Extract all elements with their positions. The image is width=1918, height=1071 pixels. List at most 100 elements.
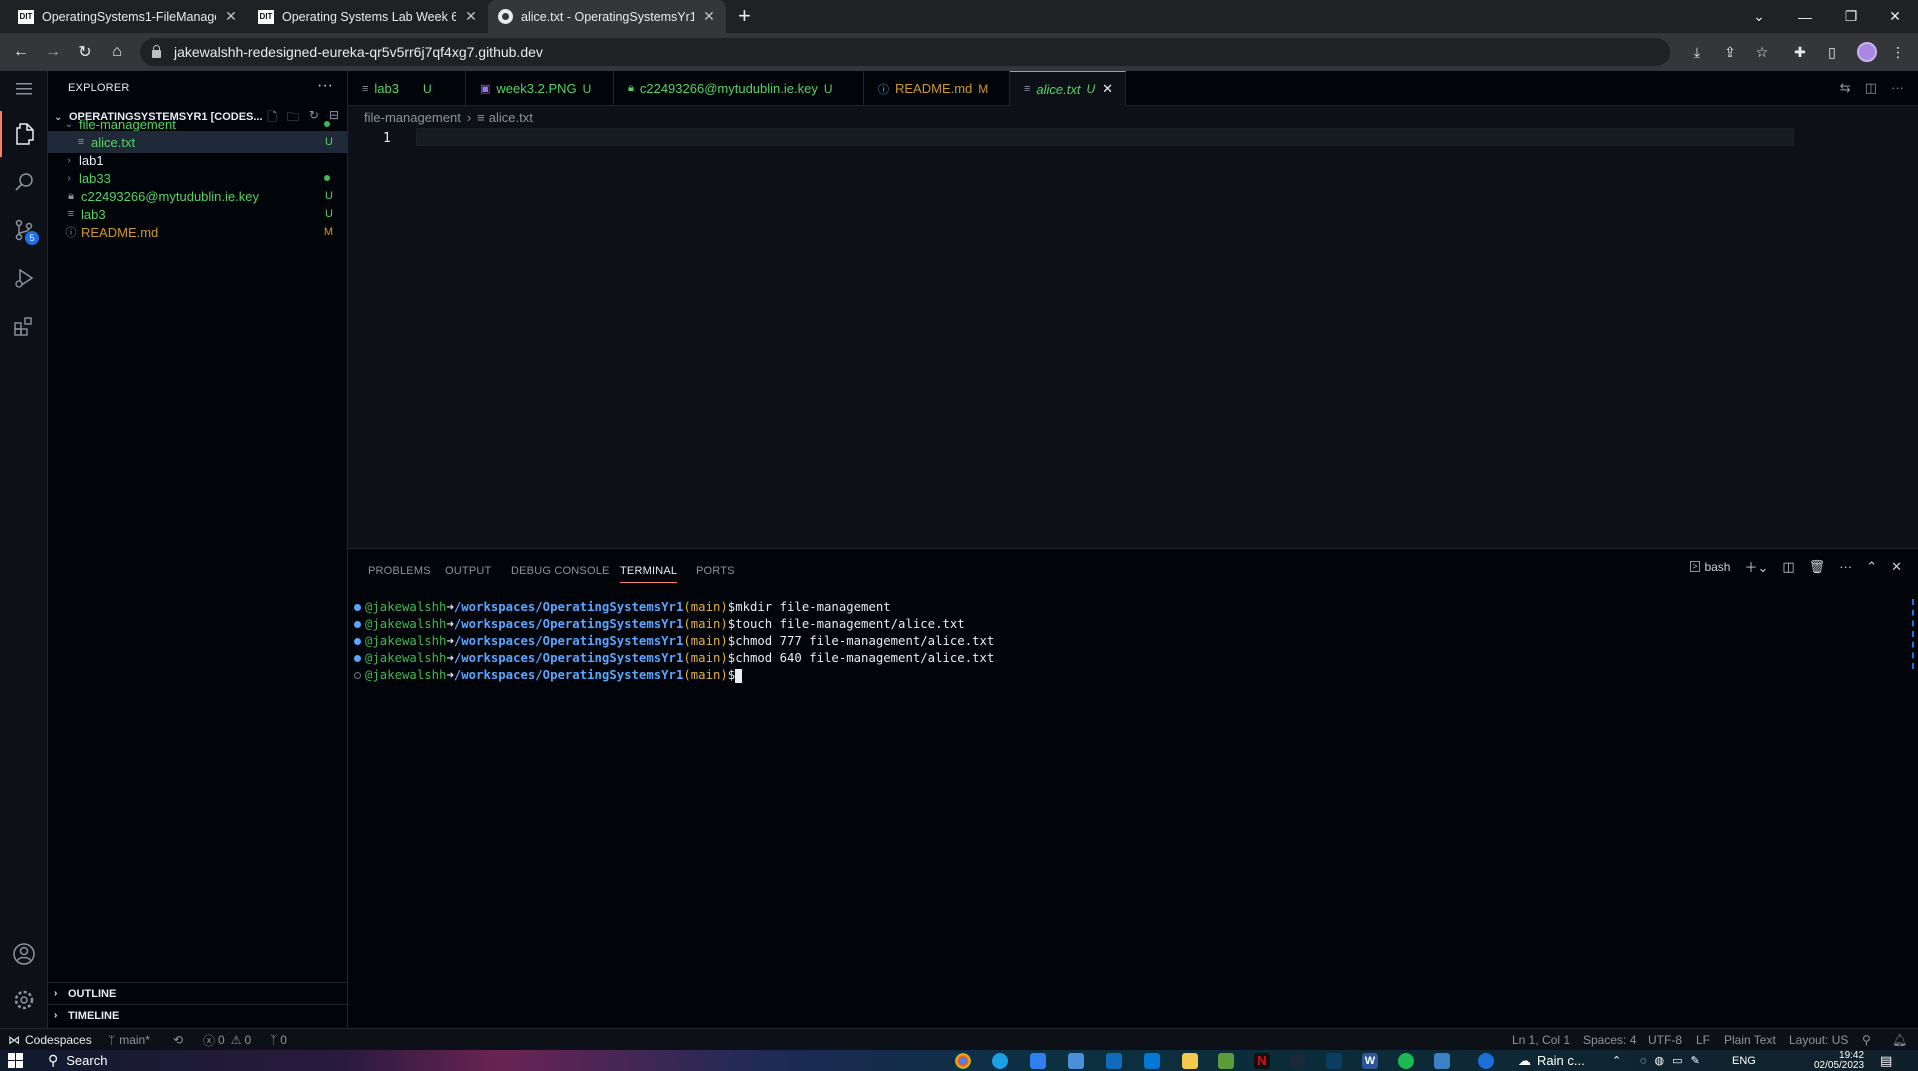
- end-of-line[interactable]: LF: [1696, 1029, 1710, 1051]
- keyboard-layout[interactable]: Layout: US: [1789, 1029, 1848, 1051]
- help-taskbar-icon[interactable]: [1478, 1050, 1494, 1071]
- live-share-icon[interactable]: ⚲: [1862, 1029, 1871, 1051]
- indentation[interactable]: Spaces: 4: [1583, 1029, 1636, 1051]
- browser-tab[interactable]: DIT OperatingSystems1-FileManagem ✕: [8, 0, 248, 33]
- new-terminal-icon[interactable]: ＋⌄: [1744, 557, 1768, 576]
- notifications-bell-icon[interactable]: 🔔︎: [1892, 1029, 1907, 1051]
- close-tab-icon[interactable]: ✕: [1102, 81, 1113, 97]
- terminal-output[interactable]: @jakewalshh ➜/workspaces/OperatingSystem…: [354, 599, 994, 684]
- new-tab-button[interactable]: +: [738, 4, 751, 28]
- chrome-taskbar-icon[interactable]: [955, 1050, 971, 1071]
- timeline-section[interactable]: › TIMELINE: [48, 1004, 348, 1026]
- source-control-icon[interactable]: 5: [0, 207, 48, 253]
- browser-menu-icon[interactable]: ⋮: [1888, 42, 1908, 62]
- pen-icon[interactable]: ✎: [1691, 1054, 1700, 1067]
- sync-icon[interactable]: ⟲: [173, 1029, 183, 1051]
- install-app-icon[interactable]: ⤓: [1687, 42, 1707, 62]
- split-editor-icon[interactable]: ◫: [1865, 80, 1877, 96]
- side-panel-icon[interactable]: ▯: [1822, 42, 1842, 62]
- menu-icon[interactable]: [0, 71, 48, 107]
- tab-problems[interactable]: PROBLEMS: [368, 565, 431, 577]
- volume-icon[interactable]: ◍: [1655, 1054, 1665, 1067]
- close-tab-icon[interactable]: ✕: [224, 8, 238, 25]
- browser-tab[interactable]: DIT Operating Systems Lab Week 6 - ✕: [248, 0, 488, 33]
- more-actions-icon[interactable]: ···: [317, 77, 333, 95]
- clock[interactable]: 19:42 02/05/2023: [1814, 1050, 1864, 1071]
- word-taskbar-icon[interactable]: W: [1362, 1050, 1378, 1071]
- vscode-taskbar-icon[interactable]: [1030, 1050, 1046, 1071]
- branch-indicator[interactable]: ᛘ main*: [108, 1029, 150, 1051]
- spotify-taskbar-icon[interactable]: [1398, 1050, 1414, 1071]
- tree-item-readme[interactable]: ⓘ README.md M: [48, 221, 348, 243]
- close-tab-icon[interactable]: ✕: [702, 8, 716, 25]
- store-taskbar-icon[interactable]: [1144, 1050, 1160, 1071]
- problems-indicator[interactable]: ⓧ 0 ⚠ 0: [203, 1029, 251, 1051]
- open-changes-icon[interactable]: ⇆: [1840, 80, 1851, 96]
- photos-taskbar-icon[interactable]: [1434, 1050, 1450, 1071]
- bookmark-star-icon[interactable]: ☆: [1752, 42, 1772, 62]
- profile-avatar[interactable]: [1857, 42, 1877, 62]
- breadcrumb-folder[interactable]: file-management: [364, 110, 461, 125]
- forward-icon[interactable]: →: [41, 41, 65, 63]
- explorer-icon[interactable]: [0, 111, 48, 157]
- mail-taskbar-icon[interactable]: [1106, 1050, 1122, 1071]
- tab-output[interactable]: OUTPUT: [445, 565, 491, 577]
- extensions-view-icon[interactable]: [0, 303, 48, 349]
- reload-icon[interactable]: ↻: [73, 41, 97, 63]
- ports-indicator[interactable]: ᛉ0: [270, 1029, 287, 1051]
- file-explorer-taskbar-icon[interactable]: [1182, 1050, 1198, 1071]
- extensions-icon[interactable]: ✚: [1790, 42, 1810, 62]
- language-mode[interactable]: Plain Text: [1724, 1029, 1776, 1051]
- more-actions-icon[interactable]: ···: [1891, 80, 1904, 96]
- outline-section[interactable]: › OUTLINE: [48, 982, 348, 1004]
- calculator-taskbar-icon[interactable]: [1068, 1050, 1084, 1071]
- language-indicator[interactable]: ENG: [1732, 1050, 1756, 1071]
- battery-icon[interactable]: ▭: [1672, 1054, 1682, 1067]
- weather-widget[interactable]: ☁ Rain c...: [1518, 1050, 1585, 1071]
- remote-indicator[interactable]: ⋈ Codespaces: [8, 1029, 92, 1051]
- home-icon[interactable]: ⌂: [105, 41, 129, 63]
- steam-taskbar-icon[interactable]: [1290, 1050, 1306, 1071]
- back-icon[interactable]: ←: [9, 41, 33, 63]
- close-panel-icon[interactable]: ✕: [1891, 559, 1902, 575]
- edge-taskbar-icon[interactable]: [992, 1050, 1008, 1071]
- close-tab-icon[interactable]: ✕: [464, 8, 478, 25]
- notification-center-icon[interactable]: ▤: [1880, 1050, 1892, 1071]
- netflix-taskbar-icon[interactable]: N: [1254, 1050, 1270, 1071]
- run-debug-icon[interactable]: [0, 255, 48, 301]
- split-terminal-icon[interactable]: ◫: [1782, 559, 1794, 575]
- editor-tab-lab3[interactable]: ≡ lab3 U: [348, 71, 466, 106]
- encoding[interactable]: UTF-8: [1648, 1029, 1682, 1051]
- show-hidden-icons-icon[interactable]: ⌃: [1612, 1050, 1621, 1071]
- editor-tab-week3-png[interactable]: ▣ week3.2.PNG U: [466, 71, 614, 106]
- search-icon[interactable]: [0, 159, 48, 205]
- browser-tab-active[interactable]: alice.txt - OperatingSystemsYr1 [ ✕: [488, 0, 726, 33]
- app-taskbar-icon[interactable]: [1326, 1050, 1342, 1071]
- breadcrumb-file[interactable]: alice.txt: [489, 110, 533, 125]
- editor-tab-alice-txt[interactable]: ≡ alice.txt U ✕: [1010, 71, 1126, 106]
- network-icon[interactable]: ◌: [1640, 1055, 1647, 1067]
- settings-gear-icon[interactable]: [0, 977, 48, 1023]
- tab-terminal[interactable]: TERMINAL: [620, 565, 678, 583]
- editor-tab-key-file[interactable]: 🔒︎ c22493266@mytudublin.ie.key U: [614, 71, 864, 106]
- restore-button[interactable]: ❐: [1828, 0, 1874, 33]
- tab-search-icon[interactable]: ⌄: [1736, 0, 1782, 33]
- accounts-icon[interactable]: [0, 931, 48, 977]
- maximize-panel-icon[interactable]: ⌃: [1866, 559, 1877, 575]
- cursor-position[interactable]: Ln 1, Col 1: [1512, 1029, 1570, 1051]
- taskbar-search[interactable]: ⚲ Search: [48, 1050, 107, 1071]
- editor-tab-readme[interactable]: ⓘ README.md M: [864, 71, 1010, 106]
- terminal-scrollbar[interactable]: [1911, 599, 1914, 669]
- tab-debug-console[interactable]: DEBUG CONSOLE: [511, 565, 610, 577]
- close-window-button[interactable]: ✕: [1872, 0, 1918, 33]
- more-actions-icon[interactable]: ···: [1839, 559, 1852, 574]
- share-icon[interactable]: ⇪: [1720, 42, 1740, 62]
- tab-ports[interactable]: PORTS: [696, 565, 735, 577]
- windows-start-icon[interactable]: [8, 1050, 24, 1071]
- text-editor[interactable]: 1: [348, 128, 1918, 548]
- terminal-shell-selector[interactable]: > bash: [1689, 560, 1730, 574]
- address-bar[interactable]: jakewalshh-redesigned-eureka-qr5v5rr6j7q…: [140, 38, 1670, 66]
- kill-terminal-icon[interactable]: 🗑︎: [1809, 559, 1826, 575]
- minimize-button[interactable]: —: [1782, 0, 1828, 33]
- minecraft-taskbar-icon[interactable]: [1218, 1050, 1234, 1071]
